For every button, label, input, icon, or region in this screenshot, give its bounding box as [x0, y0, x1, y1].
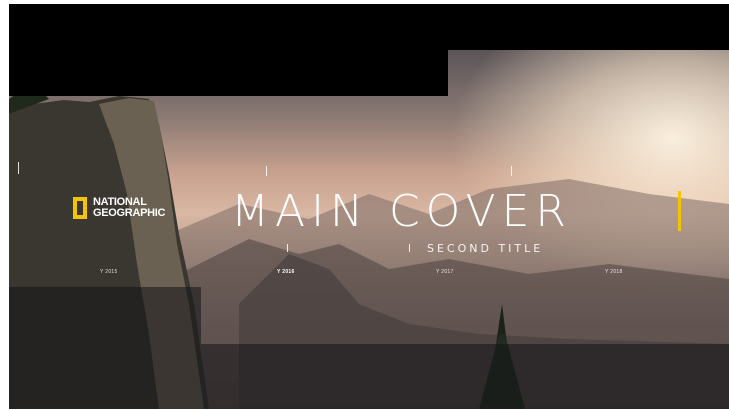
- timeline-tick: [287, 244, 288, 252]
- timeline-year[interactable]: Y 2018: [605, 269, 623, 275]
- bottom-right-panel: [201, 344, 729, 409]
- sub-title: SECOND TITLE: [427, 242, 544, 255]
- timeline-year[interactable]: Y 2017: [436, 269, 454, 275]
- yellow-border-icon: [73, 197, 87, 219]
- timeline-year-active[interactable]: Y 2016: [277, 269, 295, 275]
- timeline-tick: [266, 166, 267, 176]
- bottom-left-panel: [9, 287, 201, 409]
- timeline-year[interactable]: Y 2015: [100, 269, 118, 275]
- timeline-tick: [409, 244, 410, 252]
- main-title: MAIN COVER: [231, 186, 572, 237]
- top-left-black-block: [9, 50, 448, 96]
- national-geographic-logo: NATIONAL GEOGRAPHIC: [73, 197, 165, 219]
- logo-wordmark: NATIONAL GEOGRAPHIC: [93, 197, 165, 219]
- top-black-bar: [9, 4, 729, 50]
- slide-canvas: NATIONAL GEOGRAPHIC MAIN COVER SECOND TI…: [9, 4, 729, 409]
- timeline-tick: [18, 162, 19, 174]
- logo-line-2: GEOGRAPHIC: [93, 207, 166, 219]
- accent-bar: [678, 191, 681, 231]
- timeline-tick: [511, 166, 512, 176]
